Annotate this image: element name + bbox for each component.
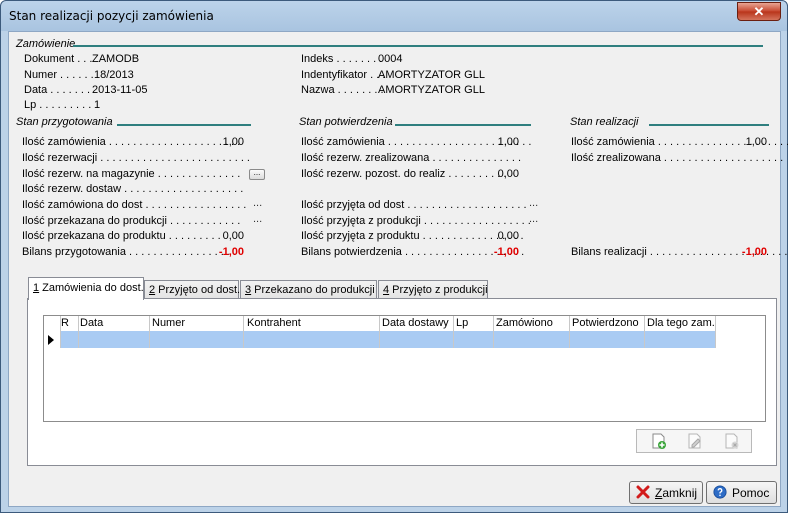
prep-warehouse-reservation-label: Ilość rezerw. na magazynie . . . . . . .… [22,168,241,180]
prep-passed-to-product-value: 0,00 [222,230,244,242]
column-divider [60,316,61,348]
tab-received-from-production-label: Przyjęto z produkcji [389,284,488,296]
column-divider [379,316,380,348]
column-divider [453,316,454,348]
window-title: Stan realizacji pozycji zamówienia [9,9,214,23]
order-name-value: AMORTYZATOR GLL [378,84,485,96]
close-icon: ✕ [753,4,765,19]
confirmation-section-title: Stan potwierdzenia [299,116,393,128]
column-divider [644,316,645,348]
tab-received-from-production[interactable]: 4 Przyjęto z produkcji [378,280,488,299]
order-identifier-value: AMORTYZATOR GLL [378,69,485,81]
order-number-value: 18/2013 [94,69,134,81]
orders-grid[interactable]: R Data Numer Kontrahent Data dostawy Lp … [43,315,766,422]
tab-orders-to-supplier-label: Zamówienia do dost. [39,282,144,294]
delete-document-icon[interactable] [724,433,740,450]
help-button-label: Pomoc [732,486,770,500]
order-lp-label: Lp . . . . . . . . . [24,99,92,111]
close-button-label: amknij [662,486,698,500]
edit-document-icon[interactable] [687,433,703,450]
column-header-contractor[interactable]: Kontrahent [247,317,301,329]
tab-passed-to-production[interactable]: 3 Przekazano do produkcji [240,280,377,299]
current-row-pointer-icon [48,335,54,345]
conf-reservation-left-value: 0,00 [497,168,519,180]
order-section-line [73,45,763,47]
prep-delivery-reservation-label: Ilość rezerw. dostaw . . . . . . . . . .… [22,183,244,195]
table-row-selected[interactable] [61,331,715,348]
close-window-button[interactable]: ✕ [737,2,781,21]
order-name-label: Nazwa . . . . . . . . [301,84,384,96]
realization-section-title: Stan realizacji [570,116,639,128]
preparation-section-title: Stan przygotowania [16,116,113,128]
column-header-lp[interactable]: Lp [456,317,468,329]
column-header-delivery-date[interactable]: Data dostawy [382,317,449,329]
column-header-for-this-order[interactable]: Dla tego zam. [647,317,715,329]
conf-reservation-left-label: Ilość rezerw. pozost. do realiz . . . . … [301,168,507,180]
column-divider [149,316,150,348]
conf-reservation-done-label: Ilość rezerw. zrealizowana . . . . . . .… [301,152,522,164]
column-header-number[interactable]: Numer [152,317,185,329]
real-ordered-value: 1,00 [745,136,767,148]
order-document-value: ZAMODB [92,53,140,65]
more-icon: ... [253,168,261,177]
help-icon [713,485,727,499]
prep-balance-value: -1,00 [218,246,244,258]
column-header-date[interactable]: Data [80,317,103,329]
tab-orders-to-supplier[interactable]: 1 Zamówienia do dost. [28,277,144,300]
close-icon [636,485,650,499]
tab-panel: R Data Numer Kontrahent Data dostawy Lp … [27,298,777,466]
prep-passed-to-product-label: Ilość przekazana do produktu . . . . . .… [22,230,221,242]
grid-header: R Data Numer Kontrahent Data dostawy Lp … [44,316,716,331]
conf-balance-value: -1,00 [493,246,519,258]
order-date-label: Data . . . . . . . [24,84,91,96]
order-section-title: Zamówienie [16,38,76,50]
order-identifier-label: Indentyfikator . . . [301,69,386,81]
column-divider [715,316,716,348]
warehouse-reservation-details-button[interactable]: ... [249,169,265,180]
column-header-ordered[interactable]: Zamówiono [496,317,553,329]
help-button[interactable]: Pomoc [706,481,777,504]
dialog-window: Stan realizacji pozycji zamówienia ✕ Zam… [0,0,788,513]
prep-passed-to-production-ellipsis[interactable]: ... [253,213,262,225]
order-document-label: Dokument . . . [24,53,93,65]
conf-received-from-production-ellipsis[interactable]: ... [529,213,538,225]
order-index-label: Indeks . . . . . . . . [301,53,383,65]
tab-received-from-supplier-label: Przyjęto od dost. [155,284,241,296]
prep-ordered-to-supplier-ellipsis[interactable]: ... [253,197,262,209]
prep-reservation-label: Ilość rezerwacji . . . . . . . . . . . .… [22,152,250,164]
column-header-r[interactable]: R [61,317,69,329]
conf-ordered-value: 1,00 [497,136,519,148]
close-button[interactable]: Zamknij [629,481,703,504]
prep-passed-to-production-label: Ilość przekazana do produkcji . . . . . … [22,215,241,227]
preparation-section-line [117,124,251,126]
real-done-label: Ilość zrealizowana . . . . . . . . . . .… [571,152,784,164]
tab-received-from-supplier[interactable]: 2 Przyjęto od dost. [144,280,241,299]
order-index-value: 0004 [378,53,403,65]
prep-ordered-to-supplier-label: Ilość zamówiona do dost . . . . . . . . … [22,199,247,211]
column-divider [78,316,79,348]
conf-received-from-supplier-ellipsis[interactable]: ... [529,197,538,209]
conf-received-from-product-value: 0,00 [497,230,519,242]
order-date-value: 2013-11-05 [92,84,148,96]
real-balance-value: -1,00 [741,246,767,258]
grid-toolbar [636,429,752,453]
realization-section-line [649,124,769,126]
title-bar: Stan realizacji pozycji zamówienia ✕ [1,1,787,31]
confirmation-section-line [395,124,531,126]
order-number-label: Numer . . . . . . [24,69,94,81]
order-lp-value: 1 [94,99,101,111]
prep-ordered-value: 1,00 [222,136,244,148]
dialog-client-area: Zamówienie Dokument . . . ZAMODB Numer .… [8,31,788,507]
add-document-icon[interactable] [651,433,667,450]
column-header-confirmed[interactable]: Potwierdzono [572,317,639,329]
column-divider [243,316,244,348]
conf-received-from-production-label: Ilość przyjęta z produkcji . . . . . . .… [301,215,531,227]
tab-passed-to-production-label: Przekazano do produkcji [251,284,375,296]
conf-received-from-supplier-label: Ilość przyjęta od dost . . . . . . . . .… [301,199,527,211]
column-divider [569,316,570,348]
column-divider [493,316,494,348]
